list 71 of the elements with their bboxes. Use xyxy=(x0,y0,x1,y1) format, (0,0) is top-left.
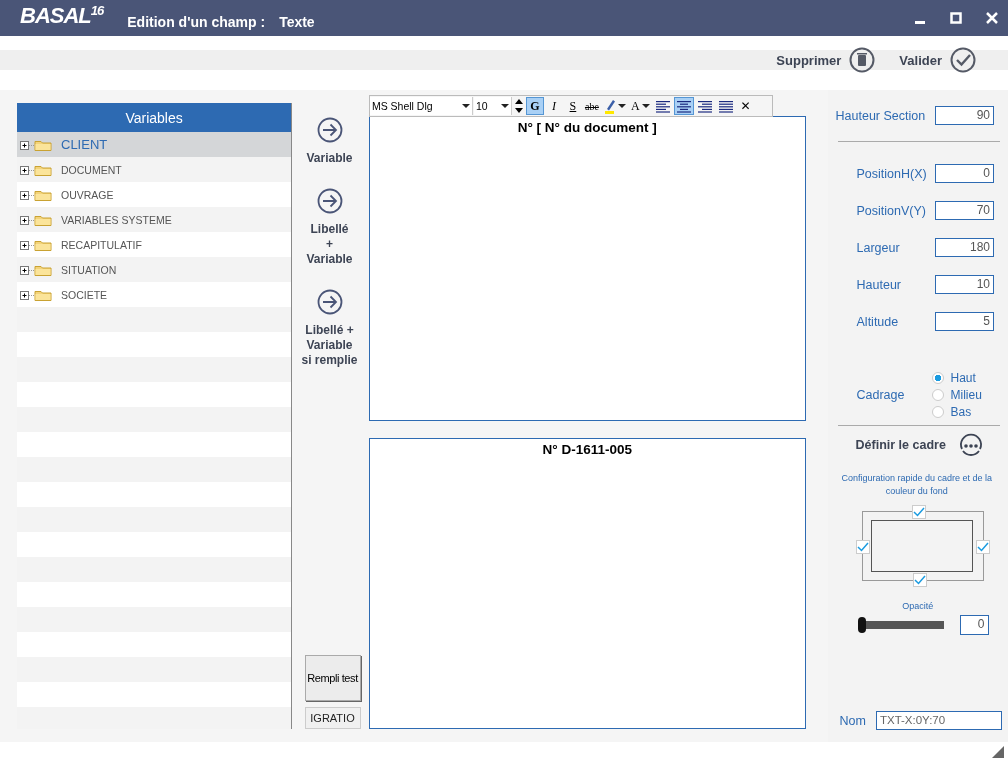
field-label: Altitude xyxy=(856,314,899,329)
window-title: Edition d'un champ : xyxy=(127,14,266,30)
align-center-button[interactable] xyxy=(673,97,694,115)
frame-caption: Configuration rapide du cadre et de la couleur du fond xyxy=(840,472,994,498)
section-height-field[interactable]: 90 xyxy=(935,106,994,125)
close-button[interactable]: ✕ xyxy=(736,97,755,115)
number-field[interactable]: 70 xyxy=(935,201,994,220)
frame-title: Définir le cadre xyxy=(855,438,946,452)
arrow-right-icon xyxy=(316,117,343,143)
bold-button[interactable]: G xyxy=(525,97,544,115)
tree-item-label: CLIENT xyxy=(61,137,108,152)
maximize-icon[interactable] xyxy=(950,12,962,24)
field-label: PositionH(X) xyxy=(856,166,927,181)
fill-test-button[interactable]: Rempli test xyxy=(304,655,361,701)
tree-item-label: OUVRAGE xyxy=(61,188,114,201)
delete-button[interactable]: Supprimer xyxy=(776,46,876,74)
opacity-label: Opacité xyxy=(901,601,935,611)
font-size-dropdown[interactable]: 10 xyxy=(473,97,512,115)
variables-header: Variables xyxy=(17,103,292,132)
number-field[interactable]: 5 xyxy=(935,312,994,331)
field-label: PositionV(Y) xyxy=(856,203,926,218)
radio-circle[interactable] xyxy=(932,406,945,418)
border-checkbox[interactable] xyxy=(911,505,926,519)
tree-item[interactable]: CLIENT xyxy=(17,132,292,157)
radio-circle[interactable] xyxy=(932,372,945,384)
border-checkbox[interactable] xyxy=(855,540,870,554)
resize-grip-icon[interactable] xyxy=(992,746,1004,758)
validate-button[interactable]: Valider xyxy=(899,46,976,74)
border-checkbox[interactable] xyxy=(975,540,990,554)
editor-text: N° [ N° du document ] xyxy=(517,120,657,136)
italic-button[interactable]: I xyxy=(544,97,563,115)
arrow-right-icon xyxy=(316,289,343,315)
radio-circle[interactable] xyxy=(932,389,945,401)
field-label: Hauteur Section xyxy=(835,108,926,123)
underline-button[interactable]: S xyxy=(563,97,582,115)
tree-item-label: SITUATION xyxy=(61,263,117,276)
name-field[interactable]: TXT-X:0Y:70 xyxy=(875,711,1002,730)
radio-option[interactable]: Milieu xyxy=(932,388,982,402)
trash-icon xyxy=(849,47,876,73)
slider-thumb[interactable] xyxy=(857,617,866,633)
tree-item-label: SOCIETE xyxy=(61,288,108,301)
radio-option[interactable]: Haut xyxy=(932,371,982,385)
preview-text: N° D-1611-005 xyxy=(542,442,632,458)
strike-button[interactable]: abe xyxy=(582,97,601,115)
tree-item-label: RECAPITULATIF xyxy=(61,238,142,251)
test-field[interactable]: IGRATIO xyxy=(304,707,361,729)
field-label: Largeur xyxy=(856,240,900,255)
arrow-right-icon xyxy=(316,188,343,214)
font-dropdown[interactable]: MS Shell Dlg xyxy=(369,97,473,115)
tree-item-label: VARIABLES SYSTEME xyxy=(61,213,172,226)
number-field[interactable]: 180 xyxy=(935,238,994,257)
name-label: Nom xyxy=(839,713,866,728)
more-icon[interactable] xyxy=(957,432,984,458)
field-label: Hauteur xyxy=(856,277,901,292)
insert-variable-button[interactable]: Variable xyxy=(306,117,353,166)
tree-item-label: DOCUMENT xyxy=(61,163,122,176)
color-button[interactable]: A xyxy=(628,97,652,115)
text-editor[interactable]: N° [ N° du document ] xyxy=(368,116,806,421)
window-subtitle: Texte xyxy=(279,14,315,30)
field-label: Cadrage xyxy=(856,388,905,402)
insert-variable-button[interactable]: Libellé + Variable xyxy=(306,188,353,267)
close-icon[interactable] xyxy=(986,12,998,24)
radio-option[interactable]: Bas xyxy=(932,405,982,419)
number-field[interactable]: 10 xyxy=(935,275,994,294)
insert-variable-button[interactable]: Libellé + Variable si remplie xyxy=(301,289,358,368)
check-icon xyxy=(950,47,976,73)
opacity-field[interactable]: 0 xyxy=(959,615,989,635)
number-field[interactable]: 0 xyxy=(935,164,994,183)
app-logo: BASAL$^{16}$ xyxy=(20,2,104,30)
pen-icon xyxy=(603,98,616,114)
border-checkbox[interactable] xyxy=(912,573,927,587)
